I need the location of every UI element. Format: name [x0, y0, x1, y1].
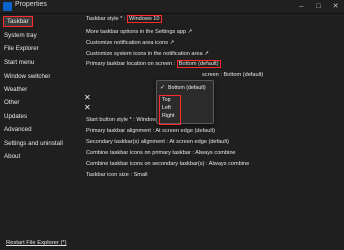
sidebar-item-other[interactable]: Other [4, 99, 19, 106]
app-icon [3, 2, 12, 11]
more-taskbar-options-link[interactable]: More taskbar options in the Settings app… [86, 29, 192, 35]
primary-location-value[interactable]: Bottom (default) [176, 60, 221, 68]
sidebar: Taskbar System tray File Explorer Start … [0, 14, 74, 250]
window-title: Properties [15, 1, 47, 8]
minimize-button[interactable]: – [293, 0, 310, 13]
taskbar-style-label: Taskbar style * : [86, 16, 126, 22]
secondary-location-row[interactable]: screen : Bottom (default) [202, 72, 263, 78]
sidebar-item-window-switcher[interactable]: Window switcher [4, 73, 50, 80]
combine-secondary-row[interactable]: Combine taskbar icons on secondary taskb… [86, 161, 249, 167]
check-icon: ✓ [160, 85, 166, 91]
close-icon[interactable]: ✕ [84, 93, 91, 102]
sidebar-item-settings-uninstall[interactable]: Settings and uninstall [4, 140, 63, 147]
sidebar-item-start-menu[interactable]: Start menu [4, 59, 34, 66]
primary-location-label: Primary taskbar location on screen : [86, 61, 176, 67]
primary-location-row[interactable]: Primary taskbar location on screen : Bot… [86, 60, 221, 68]
close-button[interactable]: ✕ [327, 0, 344, 13]
content-panel: Taskbar style * : Windows 10 More taskba… [74, 14, 344, 250]
sidebar-item-taskbar[interactable]: Taskbar [3, 16, 33, 27]
taskbar-style-value[interactable]: Windows 10 [127, 15, 162, 23]
sidebar-item-updates[interactable]: Updates [4, 113, 27, 120]
sidebar-item-advanced[interactable]: Advanced [4, 126, 32, 133]
restart-file-explorer-link[interactable]: Restart File Explorer (*) [6, 240, 67, 246]
sidebar-item-file-explorer[interactable]: File Explorer [4, 45, 39, 52]
primary-alignment-row[interactable]: Primary taskbar alignment : At screen ed… [86, 128, 215, 134]
dropdown-option-right[interactable]: Right [162, 113, 174, 119]
customize-system-icons-link[interactable]: Customize system icons in the notificati… [86, 51, 209, 57]
dropdown-option-left[interactable]: Left [162, 105, 171, 111]
sidebar-item-weather[interactable]: Weather [4, 86, 27, 93]
combine-primary-row[interactable]: Combine taskbar icons on primary taskbar… [86, 150, 236, 156]
close-icon[interactable]: ✕ [84, 103, 91, 112]
location-dropdown[interactable]: ✓ Bottom (default) Top Left Right [156, 80, 214, 125]
title-bar: Properties – □ ✕ [0, 0, 344, 14]
icon-size-row[interactable]: Taskbar icon size : Small [86, 172, 148, 178]
maximize-button[interactable]: □ [310, 0, 327, 13]
dropdown-option-bottom[interactable]: Bottom (default) [168, 85, 206, 91]
sidebar-item-about[interactable]: About [4, 153, 20, 160]
sidebar-item-system-tray[interactable]: System tray [4, 32, 37, 39]
customize-notification-icons-link[interactable]: Customize notification area icons ↗ [86, 40, 174, 46]
dropdown-option-top[interactable]: Top [162, 97, 171, 103]
secondary-alignment-row[interactable]: Secondary taskbar(s) alignment : At scre… [86, 139, 229, 145]
taskbar-style-row[interactable]: Taskbar style * : Windows 10 [86, 15, 162, 23]
